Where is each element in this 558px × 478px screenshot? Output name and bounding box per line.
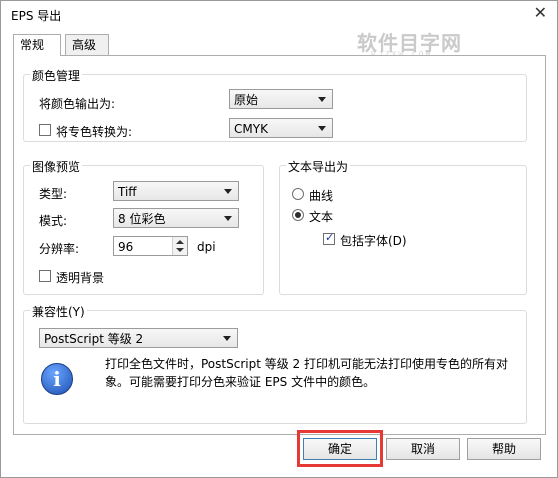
- window-title: EPS 导出: [11, 9, 62, 23]
- text-radio[interactable]: [292, 209, 304, 221]
- mode-label: 模式:: [39, 214, 68, 228]
- mode-value: 8 位彩色: [118, 212, 166, 226]
- spin-down-icon[interactable]: [176, 248, 184, 252]
- compatibility-group: 兼容性(Y) PostScript 等级 2 i 打印全色文件时，PostScr…: [23, 303, 527, 424]
- spot-color-checkbox[interactable]: [39, 124, 51, 136]
- transparent-background-label: 透明背景: [56, 271, 105, 285]
- output-color-label: 将颜色输出为:: [39, 97, 116, 111]
- highlight-box: [297, 430, 383, 467]
- title-bar: EPS 导出 ✕: [1, 1, 557, 29]
- resolution-spinner[interactable]: 96: [113, 236, 188, 256]
- text-label: 文本: [309, 210, 334, 224]
- type-label: 类型:: [39, 187, 68, 201]
- spot-color-value: CMYK: [234, 122, 268, 136]
- transparent-background-checkbox[interactable]: [39, 270, 51, 282]
- output-color-select[interactable]: 原始: [229, 89, 333, 109]
- resolution-value: 96: [118, 240, 134, 254]
- info-icon: i: [41, 363, 73, 395]
- resolution-unit: dpi: [197, 240, 216, 254]
- chevron-down-icon: [224, 189, 232, 194]
- chevron-down-icon: [223, 336, 231, 341]
- compatibility-info: 打印全色文件时，PostScript 等级 2 打印机可能无法打印使用专色的所有…: [105, 355, 545, 391]
- spin-up-icon[interactable]: [176, 240, 184, 244]
- general-panel: 颜色管理 将颜色输出为: 原始 将专色转换为: CMYK 图像预览 类型: Ti…: [13, 55, 546, 435]
- image-preview-title: 图像预览: [30, 158, 83, 175]
- include-fonts-label: 包括字体(D): [340, 234, 407, 248]
- type-value: Tiff: [118, 185, 137, 199]
- tab-general[interactable]: 常规: [13, 34, 61, 56]
- curves-radio[interactable]: [292, 188, 304, 200]
- close-icon[interactable]: ✕: [534, 5, 547, 21]
- spot-color-select[interactable]: CMYK: [229, 118, 333, 138]
- spot-color-label: 将专色转换为:: [56, 125, 133, 139]
- type-select[interactable]: Tiff: [113, 181, 239, 201]
- cancel-button[interactable]: 取消: [386, 438, 460, 460]
- eps-export-dialog: EPS 导出 ✕ 软件目字网 RJZXW.COM 常规 高级 颜色管理 将颜色输…: [0, 0, 558, 478]
- chevron-down-icon: [224, 216, 232, 221]
- output-color-value: 原始: [234, 93, 259, 107]
- tab-advanced[interactable]: 高级: [65, 34, 109, 55]
- mode-select[interactable]: 8 位彩色: [113, 208, 239, 228]
- chevron-down-icon: [318, 97, 326, 102]
- text-export-title: 文本导出为: [286, 158, 351, 175]
- help-button[interactable]: 帮助: [467, 438, 541, 460]
- info-line-2: 象。可能需要打印分色来验证 EPS 文件中的颜色。: [105, 375, 376, 389]
- compatibility-select[interactable]: PostScript 等级 2: [39, 328, 238, 348]
- compatibility-value: PostScript 等级 2: [44, 332, 144, 346]
- text-export-group: 文本导出为 曲线 文本 包括字体(D): [279, 158, 527, 295]
- info-line-1: 打印全色文件时，PostScript 等级 2 打印机可能无法打印使用专色的所有…: [105, 357, 508, 371]
- color-management-group: 颜色管理 将颜色输出为: 原始 将专色转换为: CMYK: [23, 67, 527, 142]
- image-preview-group: 图像预览 类型: Tiff 模式: 8 位彩色 分辨率: 96 dpi 透明背景: [23, 158, 264, 295]
- color-management-title: 颜色管理: [30, 67, 83, 84]
- chevron-down-icon: [318, 126, 326, 131]
- compatibility-title: 兼容性(Y): [30, 303, 87, 320]
- include-fonts-checkbox[interactable]: [323, 231, 335, 245]
- resolution-label: 分辨率:: [39, 242, 80, 256]
- curves-label: 曲线: [309, 189, 334, 203]
- spinner-buttons: [172, 237, 187, 255]
